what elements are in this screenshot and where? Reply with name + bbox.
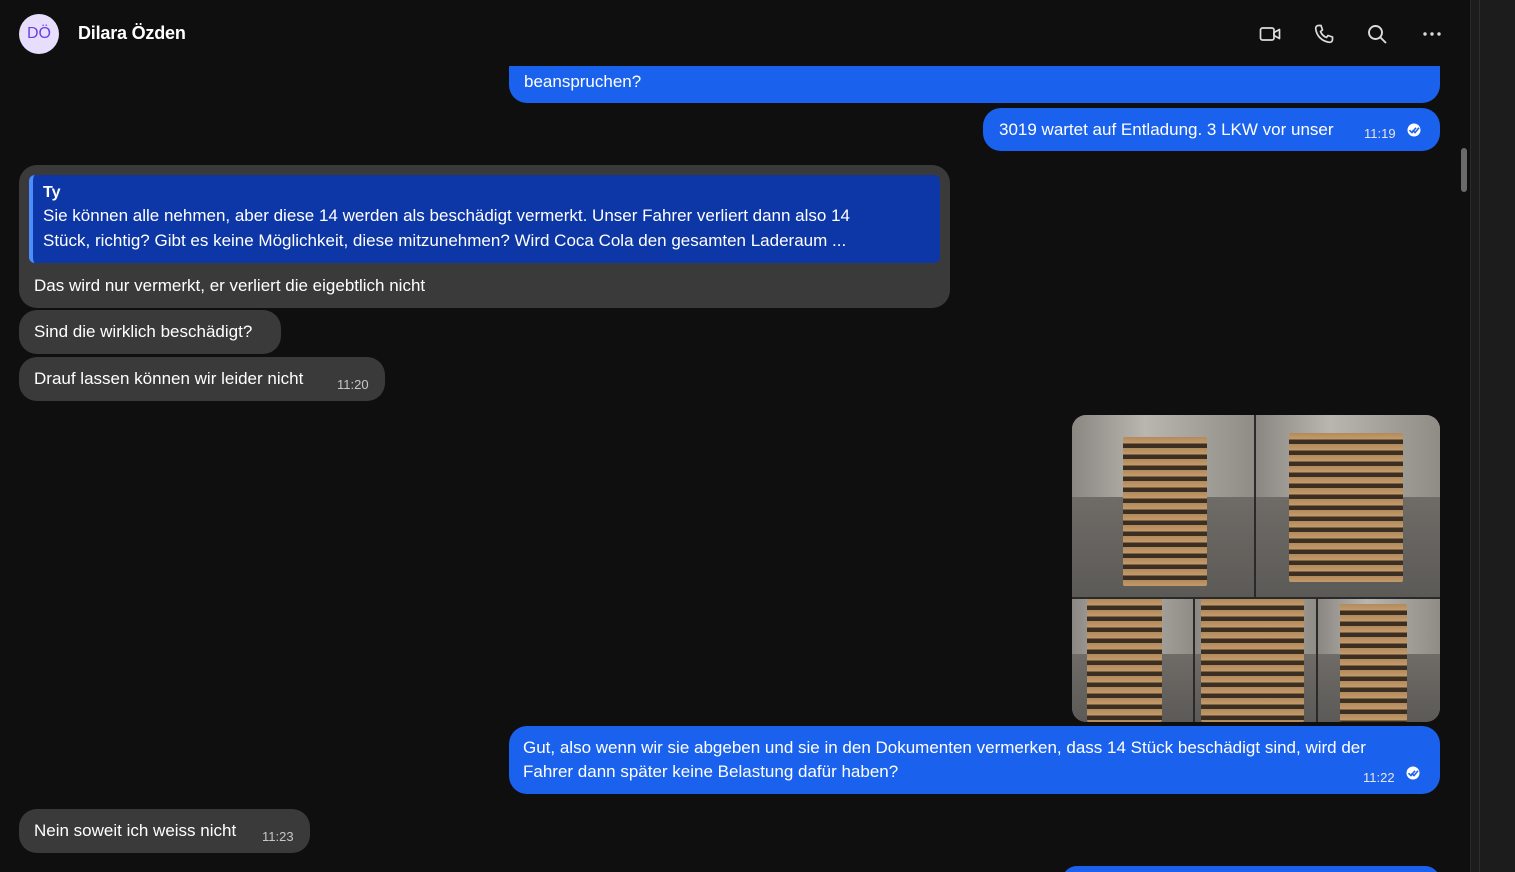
message-incoming-reply[interactable]: Ty Sie können alle nehmen, aber diese 14…	[19, 165, 950, 308]
read-receipt-icon	[1407, 123, 1421, 137]
message-outgoing[interactable]: Gut, also wenn wir sie abgeben und sie i…	[509, 726, 1440, 794]
message-incoming[interactable]: Sind die wirklich beschädigt?	[19, 310, 281, 354]
phone-call-icon[interactable]	[1310, 20, 1338, 48]
message-text: Drauf lassen können wir leider nicht	[34, 369, 304, 388]
message-text: Sind die wirklich beschädigt?	[34, 322, 253, 341]
pallet-photo[interactable]	[1318, 599, 1440, 722]
photo-album[interactable]	[1072, 415, 1440, 722]
message-text: beanspruchen?	[524, 72, 642, 91]
message-text: Das wird nur vermerkt, er verliert die e…	[34, 276, 426, 295]
pallet-photo[interactable]	[1072, 415, 1254, 597]
contact-name[interactable]: Dilara Özden	[78, 23, 186, 44]
more-options-icon[interactable]	[1418, 20, 1446, 48]
message-list[interactable]: beanspruchen? 3019 wartet auf Entladung.…	[0, 0, 1470, 872]
chat-header: DÖ Dilara Özden	[0, 0, 1470, 66]
search-icon[interactable]	[1363, 20, 1391, 48]
side-panel-edge	[1470, 0, 1515, 872]
quote-text-line: Sie können alle nehmen, aber diese 14 we…	[43, 206, 851, 225]
read-receipt-icon	[1406, 766, 1420, 780]
quote-text-line: Stück, richtig? Gibt es keine Möglichkei…	[43, 231, 847, 250]
avatar[interactable]: DÖ	[19, 14, 59, 54]
message-time: 11:20	[337, 377, 369, 392]
quoted-message[interactable]: Ty Sie können alle nehmen, aber diese 14…	[29, 175, 940, 263]
message-text-line: Gut, also wenn wir sie abgeben und sie i…	[523, 738, 1366, 757]
pallet-photo[interactable]	[1072, 599, 1193, 722]
message-time: 11:23	[262, 829, 294, 844]
quote-author: Ty	[43, 184, 61, 201]
message-outgoing[interactable]: 3019 wartet auf Entladung. 3 LKW vor uns…	[983, 108, 1440, 151]
message-incoming[interactable]: Nein soweit ich weiss nicht 11:23	[19, 809, 310, 853]
message-text-line: Fahrer dann später keine Belastung dafür…	[523, 762, 899, 781]
message-text: Nein soweit ich weiss nicht	[34, 821, 237, 840]
chat-window: beanspruchen? 3019 wartet auf Entladung.…	[0, 0, 1470, 872]
message-text: 3019 wartet auf Entladung. 3 LKW vor uns…	[999, 120, 1334, 139]
message-time: 11:19	[1364, 126, 1396, 141]
pallet-photo[interactable]	[1256, 415, 1440, 597]
pallet-photo[interactable]	[1195, 599, 1316, 722]
message-outgoing[interactable]	[1062, 866, 1440, 872]
video-call-icon[interactable]	[1256, 20, 1284, 48]
message-time: 11:22	[1363, 770, 1395, 785]
scrollbar-thumb[interactable]	[1461, 148, 1467, 192]
message-incoming[interactable]: Drauf lassen können wir leider nicht 11:…	[19, 357, 385, 401]
